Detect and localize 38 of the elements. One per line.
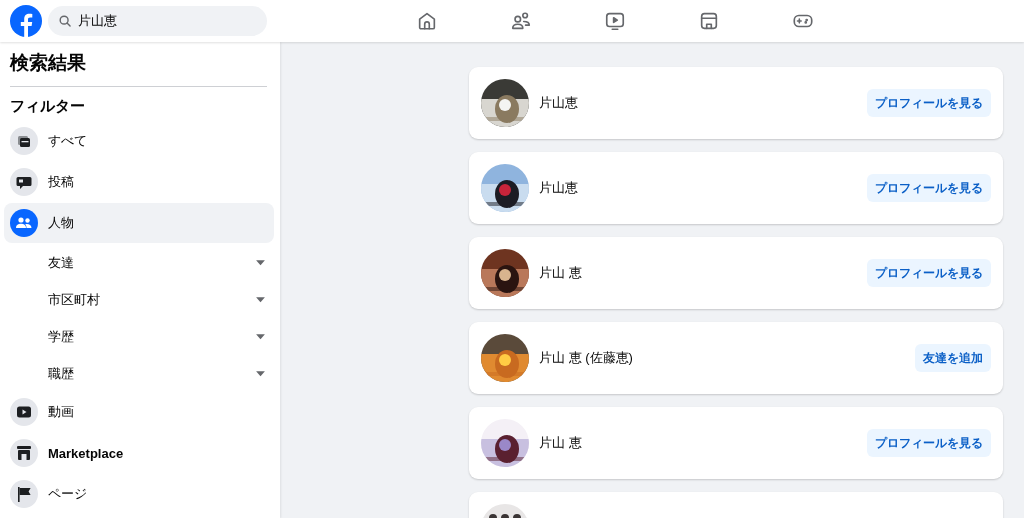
filter-item[interactable]: 投稿 [4, 162, 274, 202]
filter-title: フィルター [10, 96, 86, 116]
speech-bubble-icon [10, 168, 38, 196]
action-button[interactable]: プロフィールを見る [867, 429, 991, 457]
action-button[interactable]: プロフィールを見る [867, 174, 991, 202]
filter-item[interactable]: Marketplace [4, 433, 274, 473]
filter-dropdown[interactable]: 市区町村 [4, 281, 274, 318]
filter-item[interactable]: 動画 [4, 392, 274, 432]
caret-icon [255, 296, 266, 303]
filter-item[interactable]: すべて [4, 121, 274, 161]
person-name[interactable]: 片山 恵 [539, 264, 857, 282]
action-button[interactable]: 友達を追加 [915, 344, 991, 372]
filter-dropdown[interactable]: 学歴 [4, 318, 274, 355]
home-icon [416, 10, 438, 32]
caret-icon [255, 259, 266, 266]
caret-icon [255, 333, 266, 340]
person-name[interactable]: 片山 恵 (佐藤恵) [539, 349, 905, 367]
search-field[interactable]: 片山恵 [48, 6, 267, 36]
person-name[interactable]: 片山 恵 [539, 434, 857, 452]
filter-dropdown[interactable]: 友達 [4, 244, 274, 281]
video-icon [604, 10, 626, 32]
action-button[interactable]: プロフィールを見る [867, 259, 991, 287]
store-icon [698, 10, 720, 32]
store-icon [10, 439, 38, 467]
action-button[interactable]: プロフィールを見る [867, 89, 991, 117]
caret-icon [255, 370, 266, 377]
person-name[interactable]: 片山恵 [539, 94, 857, 112]
person-name[interactable]: 片山恵 [539, 179, 857, 197]
friends-icon [510, 10, 532, 32]
filter-item[interactable]: 人物 [4, 203, 274, 243]
filter-item[interactable]: ページ [4, 474, 274, 514]
filter-dropdown[interactable]: 職歴 [4, 355, 274, 392]
results-title: 検索結果 [10, 51, 87, 75]
cards-icon [10, 127, 38, 155]
people-icon [10, 209, 38, 237]
flag-icon [10, 480, 38, 508]
logo-icon[interactable] [10, 5, 42, 37]
play-icon [10, 398, 38, 426]
